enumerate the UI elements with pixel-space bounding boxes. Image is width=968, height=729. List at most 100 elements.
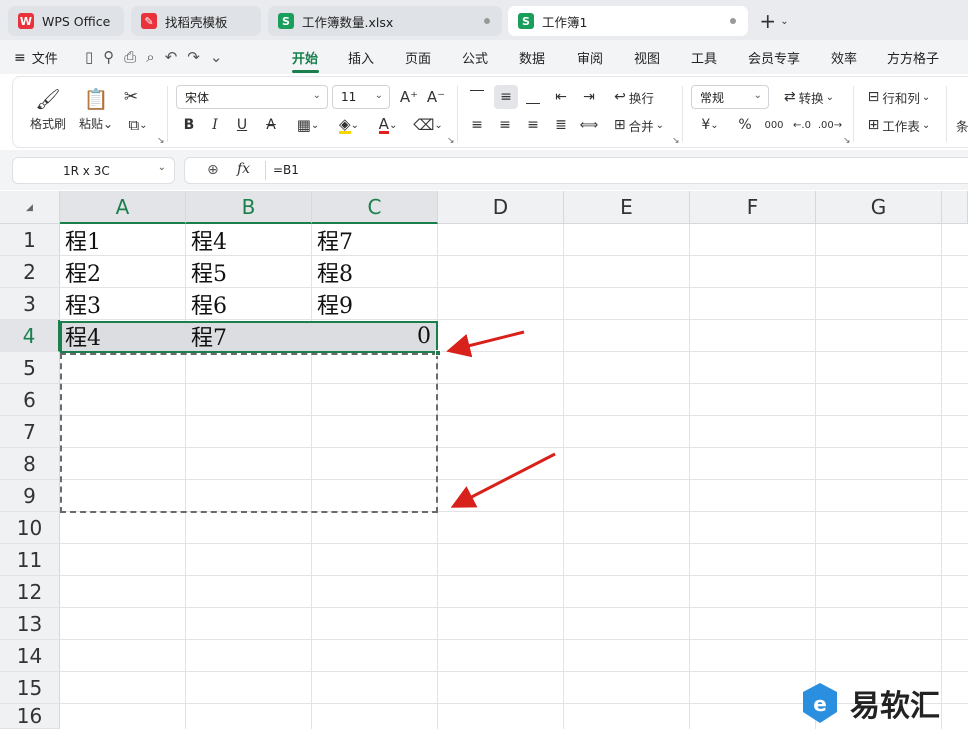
merge-button[interactable]: ⊞ 合并 ⌄ bbox=[608, 114, 670, 136]
row-header-10[interactable]: 10 bbox=[0, 512, 60, 544]
decrease-indent-icon[interactable]: ⇤ bbox=[550, 86, 572, 108]
tab-tools[interactable]: 工具 bbox=[691, 48, 717, 67]
row-header-12[interactable]: 12 bbox=[0, 576, 60, 608]
align-bottom-icon[interactable]: ⎽ bbox=[522, 86, 544, 108]
tab-review[interactable]: 审阅 bbox=[577, 48, 603, 67]
column-header-g[interactable]: G bbox=[816, 191, 942, 224]
row-header-5[interactable]: 5 bbox=[0, 352, 60, 384]
align-center-icon[interactable]: ≡ bbox=[494, 114, 516, 136]
align-middle-icon[interactable]: ≡ bbox=[494, 85, 518, 109]
align-right-icon[interactable]: ≡ bbox=[522, 114, 544, 136]
dialog-launcher-icon[interactable]: ↘ bbox=[843, 136, 851, 146]
align-top-icon[interactable]: ⎺ bbox=[466, 86, 488, 108]
row-header-16[interactable]: 16 bbox=[0, 704, 60, 729]
dialog-launcher-icon[interactable]: ↘ bbox=[157, 136, 165, 146]
dialog-launcher-icon[interactable]: ↘ bbox=[447, 136, 455, 146]
formula-input[interactable]: ⊕ fx =B1 bbox=[184, 157, 968, 184]
print-preview-icon[interactable]: ⌕ bbox=[146, 48, 164, 66]
redo-icon[interactable]: ↷ bbox=[187, 48, 210, 66]
justify-icon[interactable]: ≣ bbox=[550, 114, 572, 136]
tab-workbook1[interactable]: S 工作簿1 bbox=[508, 6, 748, 36]
fill-color-button[interactable]: ◈ ⌄ bbox=[332, 114, 366, 136]
copy-button[interactable]: ⧉ ⌄ bbox=[120, 114, 156, 136]
zoom-formula-icon[interactable]: ⊕ bbox=[207, 162, 219, 178]
cell-a3[interactable]: 程3 bbox=[61, 288, 185, 320]
select-all-corner[interactable]: ◢ bbox=[0, 191, 60, 224]
row-header-8[interactable]: 8 bbox=[0, 448, 60, 480]
tab-efficiency[interactable]: 效率 bbox=[831, 48, 857, 67]
column-header-h[interactable] bbox=[942, 191, 968, 224]
row-header-1[interactable]: 1 bbox=[0, 224, 60, 256]
tab-formulas[interactable]: 公式 bbox=[462, 48, 488, 67]
row-header-11[interactable]: 11 bbox=[0, 544, 60, 576]
name-box[interactable]: 1R x 3C ⌄ bbox=[12, 157, 175, 184]
row-header-3[interactable]: 3 bbox=[0, 288, 60, 320]
increase-font-icon[interactable]: A⁺ bbox=[398, 86, 420, 108]
wrap-text-button[interactable]: ↩ 换行 bbox=[608, 86, 660, 108]
row-header-2[interactable]: 2 bbox=[0, 256, 60, 288]
font-name-select[interactable]: 宋体 ⌄ bbox=[176, 85, 328, 109]
rows-columns-button[interactable]: ⊟ 行和列 ⌄ bbox=[862, 86, 936, 108]
font-color-button[interactable]: A ⌄ bbox=[371, 114, 405, 136]
share-icon[interactable]: ⚲ bbox=[103, 48, 124, 66]
clear-format-button[interactable]: ⌫ ⌄ bbox=[411, 114, 445, 136]
more-chevron-icon[interactable]: ⌄ bbox=[210, 48, 233, 66]
font-size-select[interactable]: 11 ⌄ bbox=[332, 85, 390, 109]
tab-home[interactable]: 开始 bbox=[292, 48, 318, 67]
row-header-14[interactable]: 14 bbox=[0, 640, 60, 672]
cell-b3[interactable]: 程6 bbox=[187, 288, 311, 320]
tab-view[interactable]: 视图 bbox=[634, 48, 660, 67]
row-header-9[interactable]: 9 bbox=[0, 480, 60, 512]
tab-workbook-xlsx[interactable]: S 工作簿数量.xlsx bbox=[268, 6, 502, 36]
column-header-e[interactable]: E bbox=[564, 191, 690, 224]
cell-b1[interactable]: 程4 bbox=[187, 224, 311, 256]
decrease-font-icon[interactable]: A⁻ bbox=[425, 86, 447, 108]
tab-docer-templates[interactable]: ✎ 找稻壳模板 bbox=[131, 6, 261, 36]
decrease-decimal-icon[interactable]: .00→ bbox=[818, 114, 842, 136]
align-left-icon[interactable]: ≡ bbox=[466, 114, 488, 136]
number-format-select[interactable]: 常规 ⌄ bbox=[691, 85, 769, 109]
paste-button[interactable]: 📋 粘贴⌄ bbox=[76, 84, 116, 134]
tab-data[interactable]: 数据 bbox=[519, 48, 545, 67]
distributed-icon[interactable]: ⟺ bbox=[578, 114, 600, 136]
quick-access-toolbar[interactable]: ▯⚲⎙⌕↶↷⌄ bbox=[85, 48, 232, 66]
column-header-c[interactable]: C bbox=[312, 191, 438, 224]
percent-button[interactable]: % bbox=[734, 114, 756, 136]
row-header-13[interactable]: 13 bbox=[0, 608, 60, 640]
cell-c3[interactable]: 程9 bbox=[313, 288, 437, 320]
italic-button[interactable]: I bbox=[206, 114, 224, 136]
increase-indent-icon[interactable]: ⇥ bbox=[578, 86, 600, 108]
bold-button[interactable]: B bbox=[180, 114, 198, 136]
fx-icon[interactable]: fx bbox=[237, 161, 250, 177]
column-header-a[interactable]: A bbox=[60, 191, 186, 224]
print-icon[interactable]: ⎙ bbox=[124, 48, 146, 66]
strikethrough-button[interactable]: A bbox=[261, 114, 281, 136]
save-icon[interactable]: ▯ bbox=[85, 48, 103, 66]
ribbon-overflow-button[interactable]: 条 bbox=[956, 114, 968, 136]
tab-member[interactable]: 会员专享 bbox=[748, 48, 800, 67]
cell-b2[interactable]: 程5 bbox=[187, 256, 311, 288]
tab-wps-office[interactable]: W WPS Office bbox=[8, 6, 124, 36]
convert-button[interactable]: ⇄ 转换 ⌄ bbox=[778, 86, 840, 108]
format-painter-button[interactable]: 🖌 格式刷 bbox=[26, 84, 70, 134]
cell-c1[interactable]: 程7 bbox=[313, 224, 437, 256]
tab-fangfang[interactable]: 方方格子 bbox=[887, 48, 939, 67]
tab-insert[interactable]: 插入 bbox=[348, 48, 374, 67]
column-header-f[interactable]: F bbox=[690, 191, 816, 224]
row-header-6[interactable]: 6 bbox=[0, 384, 60, 416]
new-tab-button[interactable]: + ⌄ bbox=[756, 9, 792, 33]
undo-icon[interactable]: ↶ bbox=[165, 48, 188, 66]
file-menu-button[interactable]: ≡ 文件 bbox=[14, 48, 58, 68]
row-header-15[interactable]: 15 bbox=[0, 672, 60, 704]
column-header-d[interactable]: D bbox=[438, 191, 564, 224]
row-header-4[interactable]: 4 bbox=[0, 320, 60, 352]
worksheet-button[interactable]: ⊞ 工作表 ⌄ bbox=[862, 114, 936, 136]
currency-button[interactable]: ¥ ⌄ bbox=[694, 114, 726, 136]
dialog-launcher-icon[interactable]: ↘ bbox=[672, 136, 680, 146]
cell-c2[interactable]: 程8 bbox=[313, 256, 437, 288]
column-header-b[interactable]: B bbox=[186, 191, 312, 224]
tab-page[interactable]: 页面 bbox=[405, 48, 431, 67]
thousands-button[interactable]: 000 bbox=[762, 114, 786, 136]
cell-a1[interactable]: 程1 bbox=[61, 224, 185, 256]
borders-button[interactable]: ▦ ⌄ bbox=[291, 114, 325, 136]
